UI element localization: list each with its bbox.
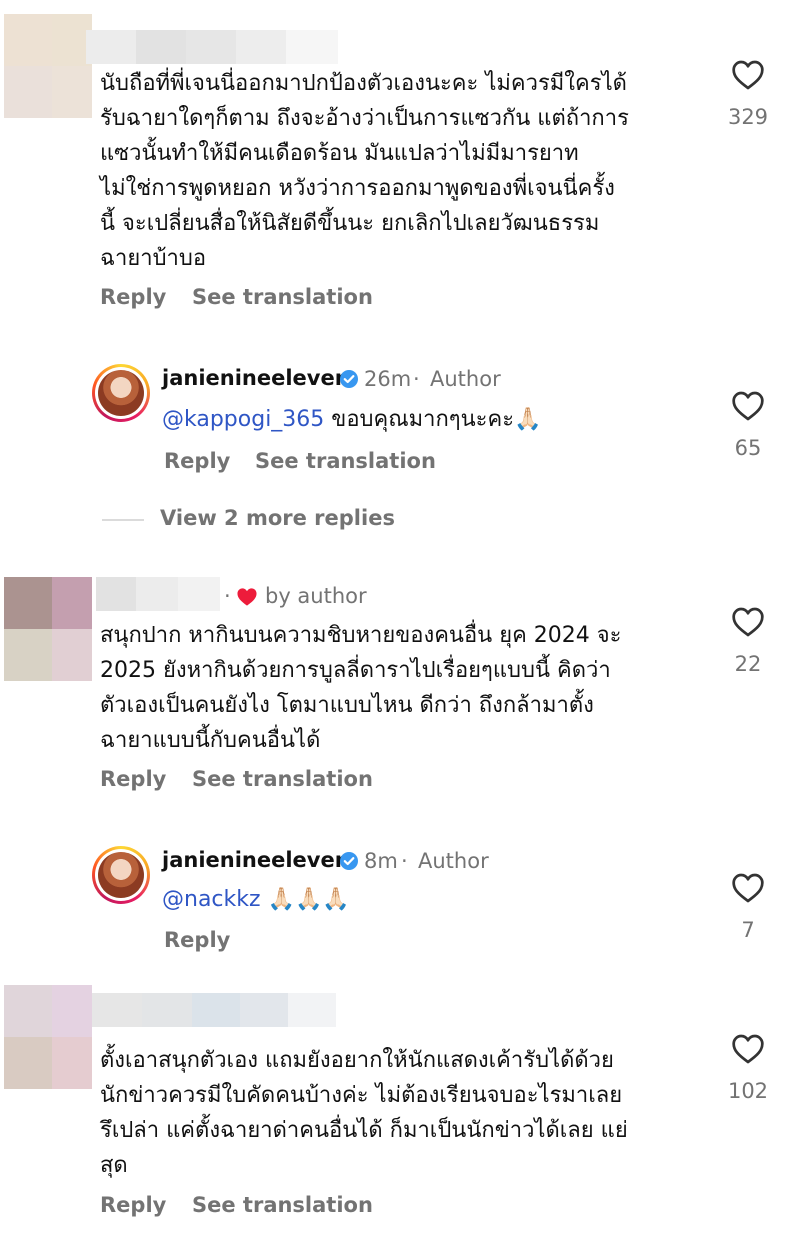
verified-badge-icon bbox=[340, 370, 358, 388]
see-translation-button[interactable]: See translation bbox=[255, 449, 436, 473]
commenter-name-blurred[interactable] bbox=[86, 30, 338, 64]
like-heart-icon[interactable] bbox=[731, 607, 765, 637]
author-avatar[interactable] bbox=[92, 846, 150, 904]
author-label: Author bbox=[430, 367, 501, 391]
reply-button[interactable]: Reply bbox=[164, 449, 230, 473]
comment-line: สนุกปาก หากินบนความชิบหายของคนอื่น ยุค 2… bbox=[100, 623, 622, 648]
reply-text: @kappogi_365 ขอบคุณมากๆนะคะ🙏🏻 bbox=[162, 402, 541, 437]
like-count: 65 bbox=[734, 436, 762, 460]
comment-line: รับฉายาใดๆก็ตาม ถึงจะอ้างว่าเป็นการแซวกั… bbox=[100, 106, 629, 131]
mention-link[interactable]: @nackkz bbox=[162, 887, 261, 912]
comment-line: แซวนั้นทำให้มีคนเดือดร้อน มันแปลว่าไม่มี… bbox=[100, 141, 579, 166]
reply-button[interactable]: Reply bbox=[100, 1193, 166, 1217]
commenter-name-blurred[interactable] bbox=[92, 993, 336, 1027]
author-avatar[interactable] bbox=[92, 364, 150, 422]
reply-button[interactable]: Reply bbox=[164, 928, 230, 952]
verified-badge-icon bbox=[340, 852, 358, 870]
comment-line: ตั้งเอาสนุกตัวเอง แถมยังอยากให้นักแสดงเค… bbox=[100, 1048, 614, 1073]
view-more-replies-button[interactable]: View 2 more replies bbox=[160, 506, 395, 530]
like-count: 329 bbox=[727, 105, 769, 129]
comment-line: 2025 ยังหากินด้วยการบูลลี่ดาราไปเรื่อยๆแ… bbox=[100, 658, 611, 683]
meta-separator: · bbox=[224, 584, 231, 608]
like-heart-icon[interactable] bbox=[731, 60, 765, 90]
reply-time: 8m bbox=[364, 849, 398, 873]
reply-body: ขอบคุณมากๆนะคะ🙏🏻 bbox=[324, 407, 542, 432]
like-heart-icon[interactable] bbox=[731, 391, 765, 421]
comment-line: ตัวเองเป็นคนยังไง โตมาแบบไหน ดีกว่า ถึงก… bbox=[100, 693, 594, 718]
comment-line: นี้ จะเปลี่ยนสื่อให้นิสัยดีขึ้นนะ ยกเลิก… bbox=[100, 211, 600, 236]
commenter-avatar-blurred[interactable] bbox=[4, 577, 92, 681]
reply-time: 26m bbox=[364, 367, 412, 391]
commenter-avatar-blurred[interactable] bbox=[4, 14, 92, 118]
like-heart-icon[interactable] bbox=[731, 1034, 765, 1064]
like-heart-icon[interactable] bbox=[731, 873, 765, 903]
comment-line: นับถือที่พี่เจนนี่ออกมาปกป้องตัวเองนะคะ … bbox=[100, 71, 627, 96]
comment-line: ฉายาแบบนี้กับคนอื่นได้ bbox=[100, 728, 321, 753]
liked-by-author-heart-icon bbox=[237, 588, 257, 606]
comment-line: ไม่ใช่การพูดหยอก หวังว่าการออกมาพูดของพี… bbox=[100, 176, 615, 201]
commenter-avatar-blurred[interactable] bbox=[4, 985, 92, 1089]
author-username[interactable]: janienineeleven bbox=[162, 366, 350, 390]
see-translation-button[interactable]: See translation bbox=[192, 1193, 373, 1217]
comment-line: สุด bbox=[100, 1153, 128, 1178]
author-label: Author bbox=[418, 849, 489, 873]
like-count: 22 bbox=[734, 652, 762, 676]
comment-line: นักข่าวควรมีใบคัดคนบ้างค่ะ ไม่ต้องเรียนจ… bbox=[100, 1083, 623, 1108]
replies-divider bbox=[102, 519, 144, 521]
reply-text: @nackkz 🙏🏻🙏🏻🙏🏻 bbox=[162, 882, 350, 917]
comment-line: ฉายาบ้าบอ bbox=[100, 246, 207, 271]
liked-by-author-label: by author bbox=[265, 584, 367, 608]
author-username[interactable]: janienineeleven bbox=[162, 848, 350, 872]
reply-body: 🙏🏻🙏🏻🙏🏻 bbox=[260, 887, 350, 912]
like-count: 7 bbox=[741, 918, 755, 942]
see-translation-button[interactable]: See translation bbox=[192, 285, 373, 309]
meta-separator: · bbox=[413, 367, 420, 391]
like-count: 102 bbox=[727, 1079, 769, 1103]
reply-button[interactable]: Reply bbox=[100, 767, 166, 791]
comment-line: รึเปล่า แค่ตั้งฉายาด่าคนอื่นได้ ก็มาเป็น… bbox=[100, 1118, 628, 1143]
see-translation-button[interactable]: See translation bbox=[192, 767, 373, 791]
reply-button[interactable]: Reply bbox=[100, 285, 166, 309]
commenter-name-blurred[interactable] bbox=[96, 577, 220, 611]
meta-separator: · bbox=[401, 849, 408, 873]
mention-link[interactable]: @kappogi_365 bbox=[162, 407, 324, 432]
